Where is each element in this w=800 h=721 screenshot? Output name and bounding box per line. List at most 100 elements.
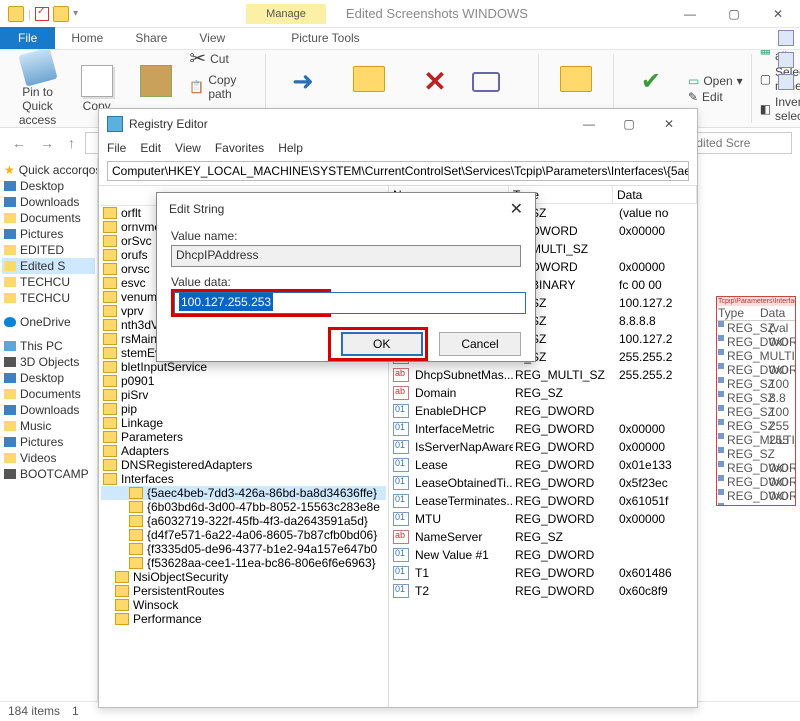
value-row[interactable]: IsServerNapAwareREG_DWORD0x00000 <box>389 438 697 456</box>
dialog-close-button[interactable]: ✕ <box>510 199 523 219</box>
nav-onedrive[interactable]: OneDrive <box>2 314 95 330</box>
nav-techcu1[interactable]: TECHCU <box>2 274 95 290</box>
forward-button[interactable]: → <box>36 135 58 151</box>
dock-icon-1[interactable] <box>778 30 794 46</box>
nav-videos[interactable]: Videos <box>2 450 95 466</box>
tree-node-guid[interactable]: {f53628aa-cee1-11ea-bc86-806e6f6e6963} <box>101 556 386 570</box>
regedit-minimize[interactable]: — <box>569 117 609 131</box>
nav-edited[interactable]: EDITED <box>2 242 95 258</box>
tree-node[interactable]: Interfaces <box>101 472 386 486</box>
nav-desktop[interactable]: Desktop <box>2 178 95 194</box>
value-row[interactable]: InterfaceMetricREG_DWORD0x00000 <box>389 420 697 438</box>
tree-node[interactable]: p0901 <box>101 374 386 388</box>
tab-picture-tools[interactable]: Picture Tools <box>275 27 375 49</box>
qat-dropdown-icon[interactable]: ▾ <box>73 8 78 19</box>
rename-button[interactable]: Rename <box>472 72 530 106</box>
regedit-close[interactable]: ✕ <box>649 117 689 131</box>
qat-properties-icon[interactable] <box>35 7 49 21</box>
tree-node-guid[interactable]: {a6032719-322f-45fb-4f3-da2643591a5d} <box>101 514 386 528</box>
value-row[interactable]: T2REG_DWORD0x60c8f9 <box>389 582 697 600</box>
move-to-button[interactable]: ➜Move <box>274 66 332 111</box>
nav-desktop2[interactable]: Desktop <box>2 370 95 386</box>
tree-node-guid[interactable]: {f3335d05-de96-4377-b1e2-94a157e647b0 <box>101 542 386 556</box>
invert-selection-button[interactable]: ◧Invert selection <box>760 95 800 123</box>
qat-newfolder-icon[interactable] <box>53 6 69 22</box>
tree-node[interactable]: piSrv <box>101 388 386 402</box>
menu-help[interactable]: Help <box>278 141 303 155</box>
pin-label: Pin to Quick access <box>12 85 63 127</box>
menu-file[interactable]: File <box>107 141 126 155</box>
tree-node-guid[interactable]: {d4f7e571-6a22-4a06-8605-7b87cfb0bd06} <box>101 528 386 542</box>
new-folder-button[interactable]: New <box>547 66 605 111</box>
value-row[interactable]: MTUREG_DWORD0x00000 <box>389 510 697 528</box>
tree-node[interactable]: Performance <box>101 612 386 626</box>
close-button[interactable]: ✕ <box>756 0 800 28</box>
tab-home[interactable]: Home <box>55 27 119 49</box>
maximize-button[interactable]: ▢ <box>712 0 756 28</box>
up-button[interactable]: ↑ <box>64 135 79 151</box>
tab-file[interactable]: File <box>0 27 55 49</box>
nav-documents[interactable]: Documents <box>2 210 95 226</box>
tree-node-guid[interactable]: {6b03bd6d-3d00-47bb-8052-15563c283e8e <box>101 500 386 514</box>
regedit-path-input[interactable]: Computer\HKEY_LOCAL_MACHINE\SYSTEM\Curre… <box>107 161 689 181</box>
dock-icon-2[interactable] <box>778 52 794 68</box>
contextual-tab-manage[interactable]: Manage <box>246 4 326 24</box>
nav-bootcamp[interactable]: BOOTCAMP <box>2 466 95 482</box>
tree-node[interactable]: DNSRegisteredAdapters <box>101 458 386 472</box>
value-row[interactable]: New Value #1REG_DWORD <box>389 546 697 564</box>
tree-node[interactable]: pip <box>101 402 386 416</box>
nav-pictures[interactable]: Pictures <box>2 226 95 242</box>
cancel-button[interactable]: Cancel <box>439 332 521 356</box>
tree-node[interactable]: Adapters <box>101 444 386 458</box>
back-button[interactable]: ← <box>8 135 30 151</box>
nav-this-pc[interactable]: This PC <box>2 338 95 354</box>
tree-node[interactable]: PersistentRoutes <box>101 584 386 598</box>
copy-to-button[interactable]: Copy <box>340 66 398 111</box>
nav-music[interactable]: Music <box>2 418 95 434</box>
col-data[interactable]: Data <box>613 186 697 203</box>
menu-favorites[interactable]: Favorites <box>215 141 264 155</box>
value-row[interactable]: T1REG_DWORD0x601486 <box>389 564 697 582</box>
folder-icon <box>103 207 117 219</box>
edit-button[interactable]: ✎Edit <box>688 90 743 104</box>
value-row[interactable]: LeaseTerminates...REG_DWORD0x61051f <box>389 492 697 510</box>
value-row[interactable]: LeaseREG_DWORD0x01e133 <box>389 456 697 474</box>
value-row[interactable]: DhcpSubnetMas...REG_MULTI_SZ255.255.2 <box>389 366 697 384</box>
delete-button[interactable]: ✕Delete <box>406 65 464 112</box>
tree-node[interactable]: Winsock <box>101 598 386 612</box>
nav-3dobjects[interactable]: 3D Objects <box>2 354 95 370</box>
nav-documents2[interactable]: Documents <box>2 386 95 402</box>
copy-path-button[interactable]: 📋Copy path <box>189 73 257 101</box>
navigation-pane[interactable]: ★Quick accorqosflt Desktop Downloads Doc… <box>0 158 98 701</box>
tab-view[interactable]: View <box>183 27 241 49</box>
nav-edited-s[interactable]: Edited S <box>2 258 95 274</box>
nav-quick-access[interactable]: ★Quick accorqosflt <box>2 162 95 178</box>
copy-button[interactable]: Copy <box>71 65 122 113</box>
ok-button[interactable]: OK <box>341 332 423 356</box>
value-data-input[interactable]: 100.127.255.253 <box>174 292 526 314</box>
pin-quickaccess-button[interactable]: Pin to Quick access <box>12 51 63 127</box>
value-row[interactable]: DomainREG_SZ <box>389 384 697 402</box>
open-button[interactable]: ▭Open ▾ <box>688 74 743 88</box>
properties-button[interactable]: ✔Properties <box>622 67 680 110</box>
dock-icon-3[interactable] <box>778 74 794 90</box>
tree-node[interactable]: Linkage <box>101 416 386 430</box>
tab-share[interactable]: Share <box>119 27 183 49</box>
cut-button[interactable]: ✂Cut <box>189 50 257 71</box>
minimize-button[interactable]: — <box>668 0 712 28</box>
menu-view[interactable]: View <box>175 141 201 155</box>
paste-button[interactable]: Paste <box>130 65 181 113</box>
nav-techcu2[interactable]: TECHCU <box>2 290 95 306</box>
tree-node-guid[interactable]: {5aec4beb-7dd3-426a-86bd-ba8d34636ffe} <box>101 486 386 500</box>
value-row[interactable]: LeaseObtainedTi...REG_DWORD0x5f23ec <box>389 474 697 492</box>
nav-pictures2[interactable]: Pictures <box>2 434 95 450</box>
documents-icon <box>4 213 16 223</box>
regedit-maximize[interactable]: ▢ <box>609 117 649 131</box>
nav-downloads2[interactable]: Downloads <box>2 402 95 418</box>
value-row[interactable]: EnableDHCPREG_DWORD <box>389 402 697 420</box>
value-row[interactable]: NameServerREG_SZ <box>389 528 697 546</box>
nav-downloads[interactable]: Downloads <box>2 194 95 210</box>
menu-edit[interactable]: Edit <box>140 141 161 155</box>
tree-node[interactable]: Parameters <box>101 430 386 444</box>
tree-node[interactable]: NsiObjectSecurity <box>101 570 386 584</box>
